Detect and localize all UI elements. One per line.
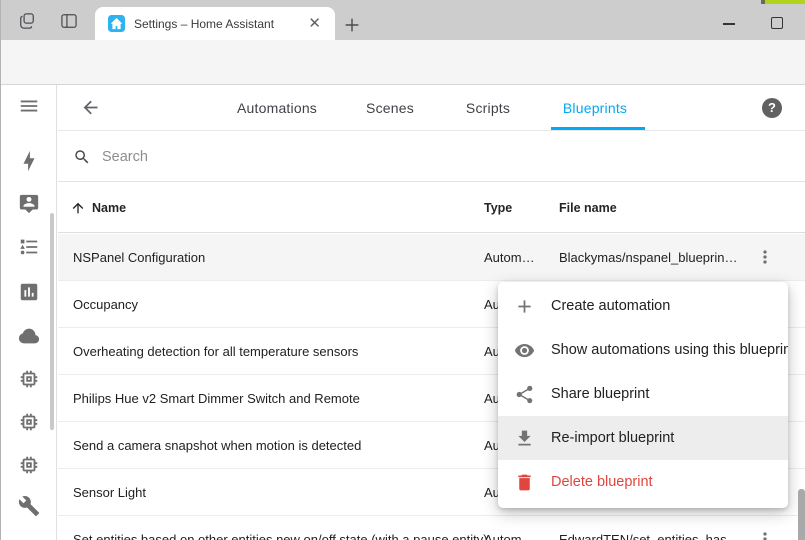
menu-item-show-automations[interactable]: Show automations using this blueprint xyxy=(498,328,788,372)
table-row[interactable]: NSPanel Configuration Autom… Blackymas/n… xyxy=(58,234,805,281)
row-name: Sensor Light xyxy=(73,485,146,500)
row-type: Autom… xyxy=(484,250,535,265)
row-file: Blackymas/nspanel_blueprin… xyxy=(559,250,737,265)
blueprint-context-menu: Create automation Show automations using… xyxy=(498,282,788,508)
row-name: Occupancy xyxy=(73,297,138,312)
search-icon xyxy=(73,148,91,166)
page-scrollbar[interactable] xyxy=(798,489,805,540)
row-file: EdwardTEN/set_entities_has… xyxy=(559,532,740,540)
row-type: Autom… xyxy=(484,532,535,540)
sort-ascending-icon[interactable] xyxy=(70,200,86,216)
window-minimize-button[interactable] xyxy=(723,23,735,25)
sidebar-history-icon[interactable] xyxy=(18,281,40,303)
column-header-type[interactable]: Type xyxy=(484,201,512,215)
row-overflow-menu-icon[interactable] xyxy=(755,529,775,540)
eye-icon xyxy=(514,340,535,361)
plus-icon xyxy=(514,296,535,317)
row-name: NSPanel Configuration xyxy=(73,250,205,265)
sidebar-wrench-icon[interactable] xyxy=(18,495,40,517)
workspaces-icon[interactable] xyxy=(17,11,37,31)
tab-title: Settings – Home Assistant xyxy=(134,17,304,31)
menu-item-reimport-blueprint[interactable]: Re-import blueprint xyxy=(498,416,788,460)
row-name: Overheating detection for all temperatur… xyxy=(73,344,358,359)
sidebar-menu-icon[interactable] xyxy=(18,95,40,117)
tab-close-icon[interactable]: ✕ xyxy=(304,14,325,33)
tab-automations[interactable]: Automations xyxy=(237,85,317,131)
share-icon xyxy=(514,384,535,405)
browser-toolbar: Not secure homeassistant.local :8123/... xyxy=(1,40,805,85)
screen-edge-strip xyxy=(765,0,805,4)
sidebar-chip-icon-2[interactable] xyxy=(18,411,40,433)
menu-item-delete-blueprint[interactable]: Delete blueprint xyxy=(498,460,788,504)
menu-item-label: Delete blueprint xyxy=(551,474,653,490)
window-maximize-button[interactable] xyxy=(771,17,783,29)
sidebar-chip-icon-3[interactable] xyxy=(18,454,40,476)
trash-icon xyxy=(514,472,535,493)
tab-blueprints[interactable]: Blueprints xyxy=(563,85,627,131)
row-name: Send a camera snapshot when motion is de… xyxy=(73,438,361,453)
search-section xyxy=(58,132,805,182)
sidebar-scrollbar[interactable] xyxy=(50,213,54,430)
menu-item-label: Re-import blueprint xyxy=(551,430,674,446)
new-tab-button[interactable] xyxy=(342,15,362,35)
sidebar-logbook-icon[interactable] xyxy=(18,236,40,258)
ha-sidebar xyxy=(1,85,57,540)
settings-header: Automations Scenes Scripts Blueprints ? xyxy=(58,85,805,131)
tab-actions-icon[interactable] xyxy=(59,11,79,31)
browser-window: Settings – Home Assistant ✕ Not secure h… xyxy=(0,0,805,540)
row-name: Set entities based on other entities new… xyxy=(73,532,488,540)
browser-tab[interactable]: Settings – Home Assistant ✕ xyxy=(95,7,335,40)
menu-item-label: Show automations using this blueprint xyxy=(551,342,788,358)
sidebar-map-icon[interactable] xyxy=(18,193,40,215)
row-overflow-menu-icon[interactable] xyxy=(755,247,775,267)
download-icon xyxy=(514,428,535,449)
sidebar-energy-icon[interactable] xyxy=(18,150,40,172)
table-header: Name Type File name xyxy=(58,183,805,233)
menu-item-label: Share blueprint xyxy=(551,386,649,402)
tab-scripts[interactable]: Scripts xyxy=(466,85,510,131)
home-assistant-favicon xyxy=(108,15,125,32)
sidebar-cloud-icon[interactable] xyxy=(18,325,40,347)
table-row[interactable]: Set entities based on other entities new… xyxy=(58,516,805,540)
help-button[interactable]: ? xyxy=(762,98,782,118)
back-arrow-icon[interactable] xyxy=(80,97,101,118)
menu-item-share-blueprint[interactable]: Share blueprint xyxy=(498,372,788,416)
column-header-file[interactable]: File name xyxy=(559,201,617,215)
tab-strip: Settings – Home Assistant ✕ xyxy=(1,0,805,40)
active-tab-underline xyxy=(551,127,645,130)
tab-scenes[interactable]: Scenes xyxy=(366,85,414,131)
row-name: Philips Hue v2 Smart Dimmer Switch and R… xyxy=(73,391,360,406)
column-header-name[interactable]: Name xyxy=(92,201,126,215)
sidebar-chip-icon-1[interactable] xyxy=(18,368,40,390)
menu-item-label: Create automation xyxy=(551,298,670,314)
menu-item-create-automation[interactable]: Create automation xyxy=(498,284,788,328)
search-input[interactable] xyxy=(100,144,750,170)
